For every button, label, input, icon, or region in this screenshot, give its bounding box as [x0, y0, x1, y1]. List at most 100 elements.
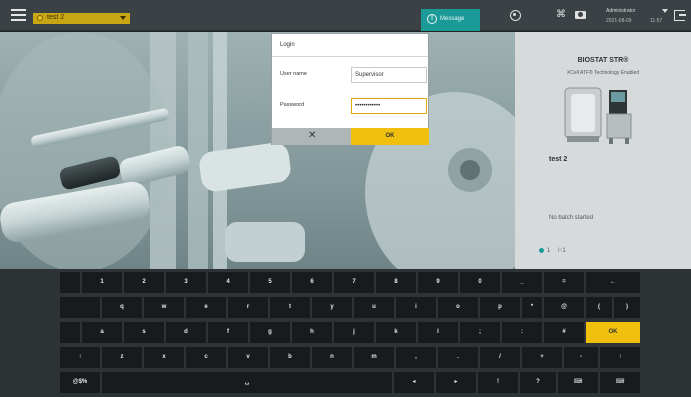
key-e[interactable]: e	[186, 297, 226, 318]
status-indicator: 1	[547, 248, 551, 254]
shift-right-key[interactable]: ↑	[600, 347, 640, 368]
key-v[interactable]: v	[228, 347, 268, 368]
divider	[272, 56, 428, 57]
key-6[interactable]: 6	[292, 272, 332, 293]
username-field[interactable]: Supervisor	[351, 67, 427, 83]
key-4[interactable]: 4	[208, 272, 248, 293]
key-underscore[interactable]: _	[502, 272, 542, 293]
current-date: 2021-08-09	[606, 18, 632, 24]
message-label: Message	[440, 16, 465, 22]
chevron-down-icon	[120, 16, 126, 20]
key-b[interactable]: b	[270, 347, 310, 368]
key-open-paren[interactable]: (	[586, 297, 612, 318]
key-period[interactable]: .	[438, 347, 478, 368]
key-h[interactable]: h	[292, 322, 332, 343]
product-title: BIOSTAT STR®	[577, 57, 629, 64]
top-bar: test 2 ! Message ⌘ Administrator 2021-08…	[0, 0, 691, 31]
key-a[interactable]: a	[82, 322, 122, 343]
key-q[interactable]: q	[102, 297, 142, 318]
bioreactor-product-image	[564, 87, 632, 144]
key-p[interactable]: p	[480, 297, 520, 318]
key-question[interactable]: ?	[520, 372, 556, 393]
key-f[interactable]: f	[208, 322, 248, 343]
ok-button-label: OK	[385, 133, 395, 139]
key-5[interactable]: 5	[250, 272, 290, 293]
key-m[interactable]: m	[354, 347, 394, 368]
key-k[interactable]: k	[376, 322, 416, 343]
password-label: Password	[280, 102, 305, 108]
key-blank[interactable]	[60, 272, 80, 293]
key-0[interactable]: 0	[460, 272, 500, 293]
key-x[interactable]: x	[144, 347, 184, 368]
message-button[interactable]: ! Message	[421, 9, 480, 31]
shift-left-key[interactable]: ↑	[60, 347, 100, 368]
key-comma[interactable]: ,	[396, 347, 436, 368]
key-semicolon[interactable]: ;	[460, 322, 500, 343]
key-asterisk[interactable]: *	[522, 297, 542, 318]
status-dot-icon	[539, 247, 544, 253]
key-t[interactable]: t	[270, 297, 310, 318]
bioreactor-photo	[0, 32, 515, 269]
key-d[interactable]: d	[166, 322, 206, 343]
key-7[interactable]: 7	[334, 272, 374, 293]
key-n[interactable]: n	[312, 347, 352, 368]
ok-button[interactable]: OK	[351, 128, 429, 145]
batch-status: No batch started	[549, 215, 594, 221]
unit-selector[interactable]: test 2	[33, 13, 130, 24]
key-r[interactable]: r	[228, 297, 268, 318]
arrow-right-key[interactable]: ▸	[436, 372, 476, 393]
key-close-paren[interactable]: )	[614, 297, 640, 318]
control-icon[interactable]	[510, 10, 521, 21]
key-w[interactable]: w	[144, 297, 184, 318]
login-title: Login	[280, 42, 295, 48]
info-icon: !	[427, 14, 437, 24]
key-3[interactable]: 3	[166, 272, 206, 293]
key-exclamation[interactable]: !	[478, 372, 518, 393]
key-i[interactable]: i	[396, 297, 436, 318]
keyboard-layout-key[interactable]: ⌨	[558, 372, 598, 393]
key-c[interactable]: c	[186, 347, 226, 368]
cancel-button[interactable]: ✕	[272, 128, 351, 145]
password-field[interactable]: ••••••••••••	[351, 98, 427, 114]
key-o[interactable]: o	[438, 297, 478, 318]
key-equals[interactable]: =	[544, 272, 584, 293]
key-1[interactable]: 1	[82, 272, 122, 293]
key-blank[interactable]	[60, 322, 80, 343]
on-screen-keyboard: 1 2 3 4 5 6 7 8 9 0 _ = ← q w e r t y u …	[0, 269, 691, 397]
key-y[interactable]: y	[312, 297, 352, 318]
arrow-left-key[interactable]: ◂	[394, 372, 434, 393]
hide-keyboard-key[interactable]: ⌨	[600, 372, 640, 393]
key-9[interactable]: 9	[418, 272, 458, 293]
key-u[interactable]: u	[354, 297, 394, 318]
key-colon[interactable]: :	[502, 322, 542, 343]
key-blank[interactable]	[60, 297, 100, 318]
unit-info-panel: BIOSTAT STR® XCell ATF® Technology Enabl…	[515, 32, 691, 269]
network-icon[interactable]: ⌘	[554, 9, 568, 21]
space-key[interactable]: ␣	[102, 372, 392, 393]
user-menu-chevron-icon[interactable]	[662, 9, 668, 13]
key-z[interactable]: z	[102, 347, 142, 368]
logout-icon[interactable]	[674, 10, 686, 21]
key-minus[interactable]: -	[564, 347, 598, 368]
key-8[interactable]: 8	[376, 272, 416, 293]
key-j[interactable]: j	[334, 322, 374, 343]
unit-selector-label: test 2	[47, 14, 65, 21]
bioreactor-illustration	[0, 32, 515, 269]
camera-icon[interactable]	[575, 11, 586, 19]
backspace-key[interactable]: ←	[586, 272, 640, 293]
status-row: 1 ⚐1	[539, 247, 566, 254]
current-time: 11:57	[650, 18, 663, 24]
keyboard-ok-key[interactable]: OK	[586, 322, 640, 343]
symbols-key[interactable]: @$%	[60, 372, 100, 393]
key-hash[interactable]: #	[544, 322, 584, 343]
login-dialog: Login User name Supervisor Password ••••…	[271, 33, 429, 145]
key-l[interactable]: l	[418, 322, 458, 343]
hamburger-menu-icon[interactable]	[11, 9, 26, 21]
key-plus[interactable]: +	[522, 347, 562, 368]
key-at[interactable]: @	[544, 297, 584, 318]
key-g[interactable]: g	[250, 322, 290, 343]
user-name: Administrator	[606, 8, 636, 14]
key-slash[interactable]: /	[480, 347, 520, 368]
key-2[interactable]: 2	[124, 272, 164, 293]
key-s[interactable]: s	[124, 322, 164, 343]
